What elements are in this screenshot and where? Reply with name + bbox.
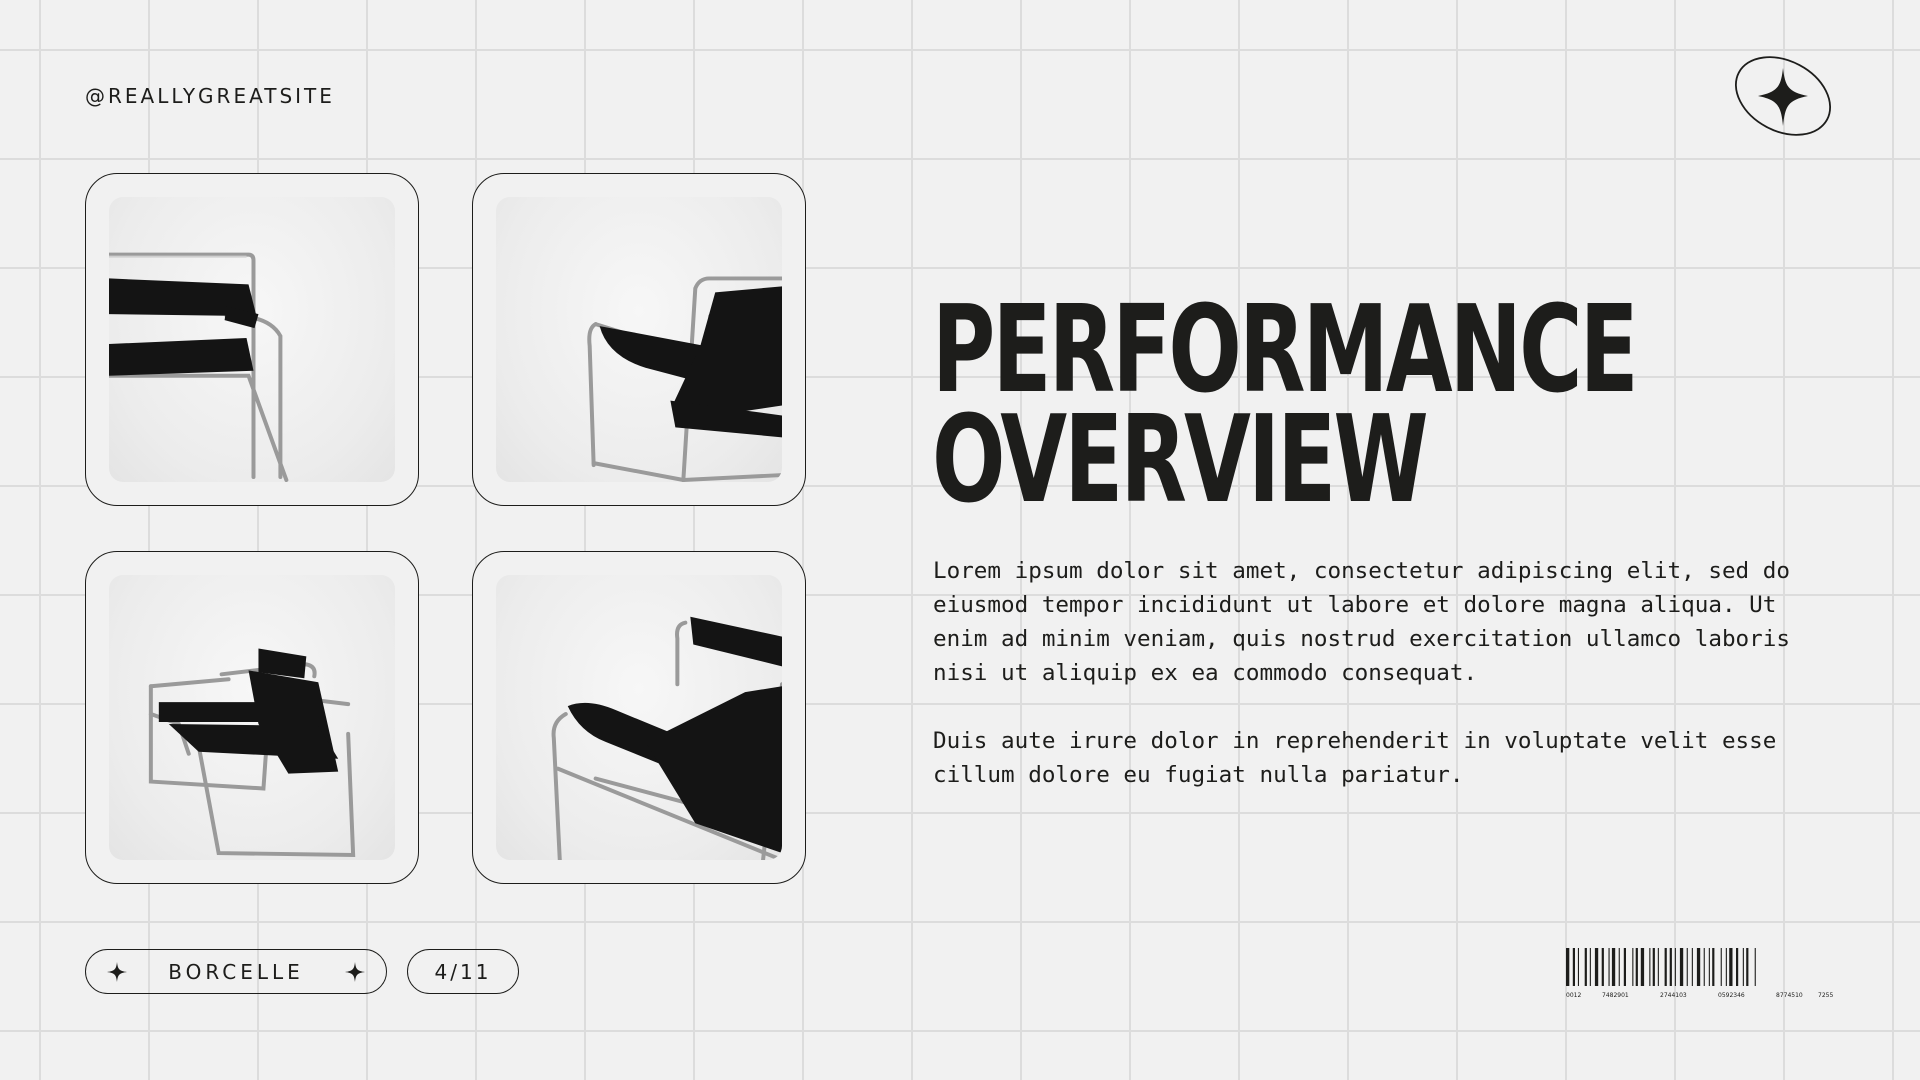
barcode-bar bbox=[1746, 948, 1749, 986]
barcode-number: 0592346 bbox=[1718, 992, 1745, 998]
barcode-bar bbox=[1703, 948, 1705, 986]
chair-photo-card-3 bbox=[85, 551, 419, 884]
barcode-bar bbox=[1623, 948, 1626, 986]
barcode-number: 8774510 bbox=[1776, 992, 1803, 998]
site-handle: @REALLYGREATSITE bbox=[85, 84, 335, 108]
brand-pill: BORCELLE bbox=[85, 949, 387, 994]
chair-photo-3 bbox=[109, 575, 395, 860]
title-line-1: PERFORMANCE bbox=[932, 281, 1639, 420]
barcode-bar bbox=[1566, 948, 1570, 986]
four-point-star-in-ellipse-icon bbox=[1734, 56, 1832, 136]
chair-photo-card-1 bbox=[85, 173, 419, 506]
barcode-bar bbox=[1632, 948, 1634, 986]
barcode-bar bbox=[1679, 948, 1684, 986]
barcode-bar bbox=[1720, 948, 1722, 986]
barcode-bar bbox=[1572, 948, 1575, 986]
barcode-bar bbox=[1686, 948, 1688, 986]
barcode-bar bbox=[1736, 948, 1739, 986]
chair-photo-2 bbox=[496, 197, 782, 482]
barcode-bar bbox=[1618, 948, 1620, 986]
brand-name: BORCELLE bbox=[168, 959, 304, 984]
page-number: 4/11 bbox=[434, 959, 492, 984]
barcode-bar bbox=[1669, 948, 1672, 986]
barcode-bar bbox=[1635, 948, 1638, 986]
chair-photo-4 bbox=[496, 575, 782, 860]
barcode-bar bbox=[1577, 948, 1579, 986]
barcode-bar bbox=[1712, 948, 1715, 986]
barcode-bar bbox=[1691, 948, 1693, 986]
barcode: 0012 7482901 2744103 0592346 8774510 725… bbox=[1566, 948, 1833, 998]
chair-photo-card-4 bbox=[472, 551, 806, 884]
barcode-bar bbox=[1674, 948, 1676, 986]
barcode-number: 7255 bbox=[1818, 992, 1833, 998]
body-paragraph-2: Duis aute irure dolor in reprehenderit i… bbox=[933, 728, 1777, 788]
barcode-number: 2744103 bbox=[1660, 992, 1687, 998]
barcode-bar bbox=[1594, 948, 1599, 986]
page-indicator: 4/11 bbox=[407, 949, 519, 994]
barcode-bar bbox=[1664, 948, 1667, 986]
page-title: PERFORMANCE OVERVIEW bbox=[932, 281, 1639, 530]
barcode-bar bbox=[1584, 948, 1587, 986]
barcode-number: 7482901 bbox=[1602, 992, 1629, 998]
barcode-bar bbox=[1657, 948, 1659, 986]
barcode-bar bbox=[1696, 948, 1701, 986]
body-paragraph-1: Lorem ipsum dolor sit amet, consectetur … bbox=[933, 558, 1790, 686]
barcode-bar bbox=[1649, 948, 1651, 986]
chair-photo-card-2 bbox=[472, 173, 806, 506]
barcode-bar bbox=[1611, 948, 1616, 986]
barcode-bar bbox=[1742, 948, 1744, 986]
four-point-star-icon bbox=[344, 961, 365, 982]
barcode-bar bbox=[1754, 948, 1756, 986]
barcode-bar bbox=[1640, 948, 1645, 986]
title-line-2: OVERVIEW bbox=[932, 391, 1429, 530]
barcode-bar bbox=[1725, 948, 1727, 986]
four-point-star-icon bbox=[107, 961, 127, 982]
barcode-bar bbox=[1708, 948, 1710, 986]
barcode-bar bbox=[1608, 948, 1610, 986]
barcode-bar bbox=[1601, 948, 1604, 986]
barcode-bar bbox=[1652, 948, 1655, 986]
barcode-bar bbox=[1729, 948, 1733, 986]
barcode-number: 0012 bbox=[1566, 992, 1581, 998]
barcode-bar bbox=[1589, 948, 1591, 986]
chair-photo-1 bbox=[109, 197, 395, 482]
